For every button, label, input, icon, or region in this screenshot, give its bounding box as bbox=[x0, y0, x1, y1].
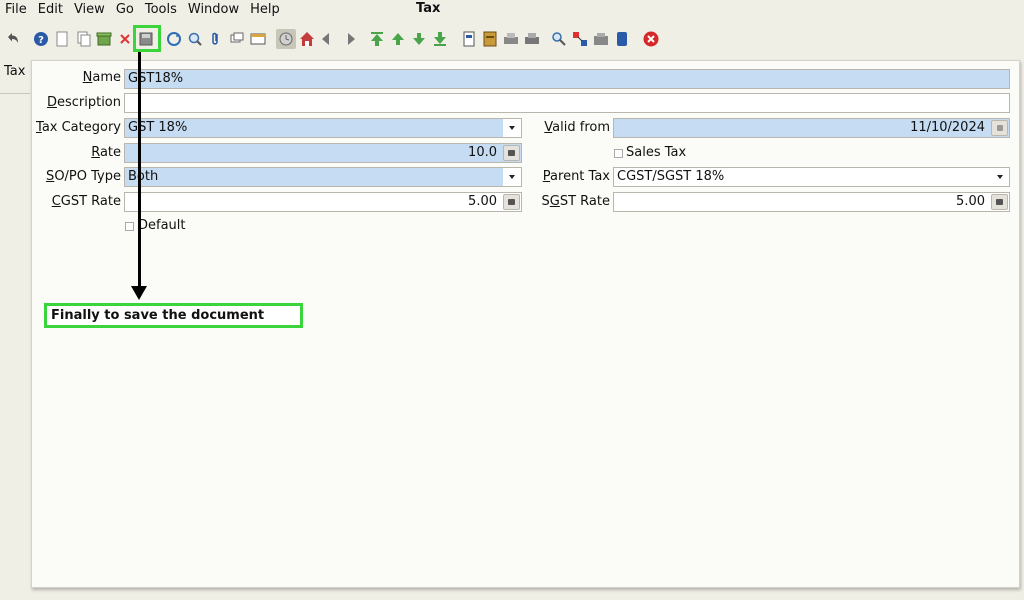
detail-record-icon[interactable] bbox=[341, 31, 357, 47]
undo-icon[interactable] bbox=[5, 31, 21, 47]
tax-category-select[interactable]: GST 18% bbox=[124, 118, 522, 138]
previous-record-icon[interactable] bbox=[390, 31, 406, 47]
calculator-icon[interactable] bbox=[991, 194, 1008, 210]
rate-value: 10.0 bbox=[468, 145, 497, 160]
find-icon[interactable] bbox=[187, 31, 203, 47]
tax-category-value: GST 18% bbox=[128, 120, 188, 135]
history-icon[interactable] bbox=[276, 29, 296, 49]
chevron-down-icon[interactable] bbox=[503, 168, 521, 186]
chat-icon[interactable] bbox=[229, 31, 245, 47]
name-field[interactable]: GST18% bbox=[124, 69, 1010, 89]
report-icon[interactable] bbox=[461, 31, 477, 47]
sales-tax-label: Sales Tax bbox=[626, 145, 687, 160]
cgst-rate-label: CGST Rate bbox=[51, 194, 121, 209]
default-checkbox[interactable] bbox=[125, 222, 134, 231]
default-label: Default bbox=[138, 218, 186, 233]
menu-edit[interactable]: Edit bbox=[38, 0, 63, 20]
exit-icon[interactable] bbox=[643, 31, 659, 47]
archive-icon[interactable] bbox=[96, 31, 112, 47]
sgst-rate-label: SGST Rate bbox=[541, 194, 610, 209]
so-po-type-label: SO/PO Type bbox=[46, 169, 121, 184]
sgst-rate-field[interactable]: 5.00 bbox=[613, 192, 1010, 212]
rate-label: Rate bbox=[91, 145, 121, 160]
menu-go[interactable]: Go bbox=[116, 0, 134, 20]
first-record-icon[interactable] bbox=[369, 31, 385, 47]
valid-from-value: 11/10/2024 bbox=[910, 120, 985, 135]
chevron-down-icon[interactable] bbox=[991, 168, 1009, 186]
help-icon[interactable]: ? bbox=[33, 31, 49, 47]
description-field[interactable] bbox=[124, 93, 1010, 113]
parent-record-icon[interactable] bbox=[320, 31, 336, 47]
name-label: Name bbox=[82, 70, 121, 85]
delete-icon[interactable] bbox=[117, 31, 133, 47]
tab-tax[interactable]: Tax bbox=[0, 60, 30, 94]
menu-tools[interactable]: Tools bbox=[145, 0, 177, 20]
so-po-type-value: Both bbox=[128, 169, 159, 184]
cgst-rate-value: 5.00 bbox=[468, 194, 497, 209]
attachment-icon[interactable] bbox=[208, 31, 224, 47]
valid-from-label: Valid from bbox=[544, 120, 610, 135]
menu-file[interactable]: File bbox=[5, 0, 27, 20]
sgst-rate-value: 5.00 bbox=[956, 194, 985, 209]
cgst-rate-field[interactable]: 5.00 bbox=[124, 192, 522, 212]
calculator-icon[interactable] bbox=[503, 194, 520, 210]
description-label: Description bbox=[46, 95, 121, 110]
request-icon[interactable] bbox=[572, 31, 588, 47]
calculator-icon[interactable] bbox=[503, 145, 520, 161]
print-icon[interactable] bbox=[524, 31, 540, 47]
product-info-icon[interactable] bbox=[614, 31, 630, 47]
menu-bar: File Edit View Go Tools Window Help bbox=[0, 0, 1024, 20]
print-preview-icon[interactable] bbox=[503, 31, 519, 47]
grid-toggle-icon[interactable] bbox=[250, 31, 266, 47]
next-record-icon[interactable] bbox=[411, 31, 427, 47]
window-title: Tax bbox=[416, 1, 441, 16]
parent-tax-select[interactable]: CGST/SGST 18% bbox=[613, 167, 1010, 187]
chevron-down-icon[interactable] bbox=[503, 119, 521, 137]
copy-record-icon[interactable] bbox=[76, 31, 92, 47]
refresh-icon[interactable] bbox=[166, 31, 182, 47]
workflow-icon[interactable] bbox=[593, 31, 609, 47]
sales-tax-checkbox[interactable] bbox=[614, 149, 623, 158]
annotation-arrow-line bbox=[138, 52, 141, 290]
save-highlight-box bbox=[133, 25, 161, 52]
parent-tax-label: Parent Tax bbox=[542, 169, 610, 184]
menu-window[interactable]: Window bbox=[188, 0, 239, 20]
rate-field[interactable]: 10.0 bbox=[124, 143, 522, 163]
home-icon[interactable] bbox=[299, 31, 315, 47]
valid-from-field[interactable]: 11/10/2024 bbox=[613, 118, 1010, 138]
so-po-type-select[interactable]: Both bbox=[124, 167, 522, 187]
new-record-icon[interactable] bbox=[54, 31, 70, 47]
zoom-across-icon[interactable] bbox=[551, 31, 567, 47]
last-record-icon[interactable] bbox=[432, 31, 448, 47]
tab-tax-label: Tax bbox=[4, 64, 26, 79]
menu-help[interactable]: Help bbox=[250, 0, 280, 20]
menu-view[interactable]: View bbox=[74, 0, 105, 20]
annotation-callout: Finally to save the document bbox=[44, 303, 303, 328]
annotation-arrow-head bbox=[131, 286, 147, 300]
tax-category-label: Tax Category bbox=[36, 120, 121, 135]
svg-text:?: ? bbox=[38, 35, 44, 46]
archived-documents-icon[interactable] bbox=[482, 31, 498, 47]
parent-tax-value: CGST/SGST 18% bbox=[617, 169, 725, 184]
calendar-icon[interactable] bbox=[991, 120, 1008, 136]
